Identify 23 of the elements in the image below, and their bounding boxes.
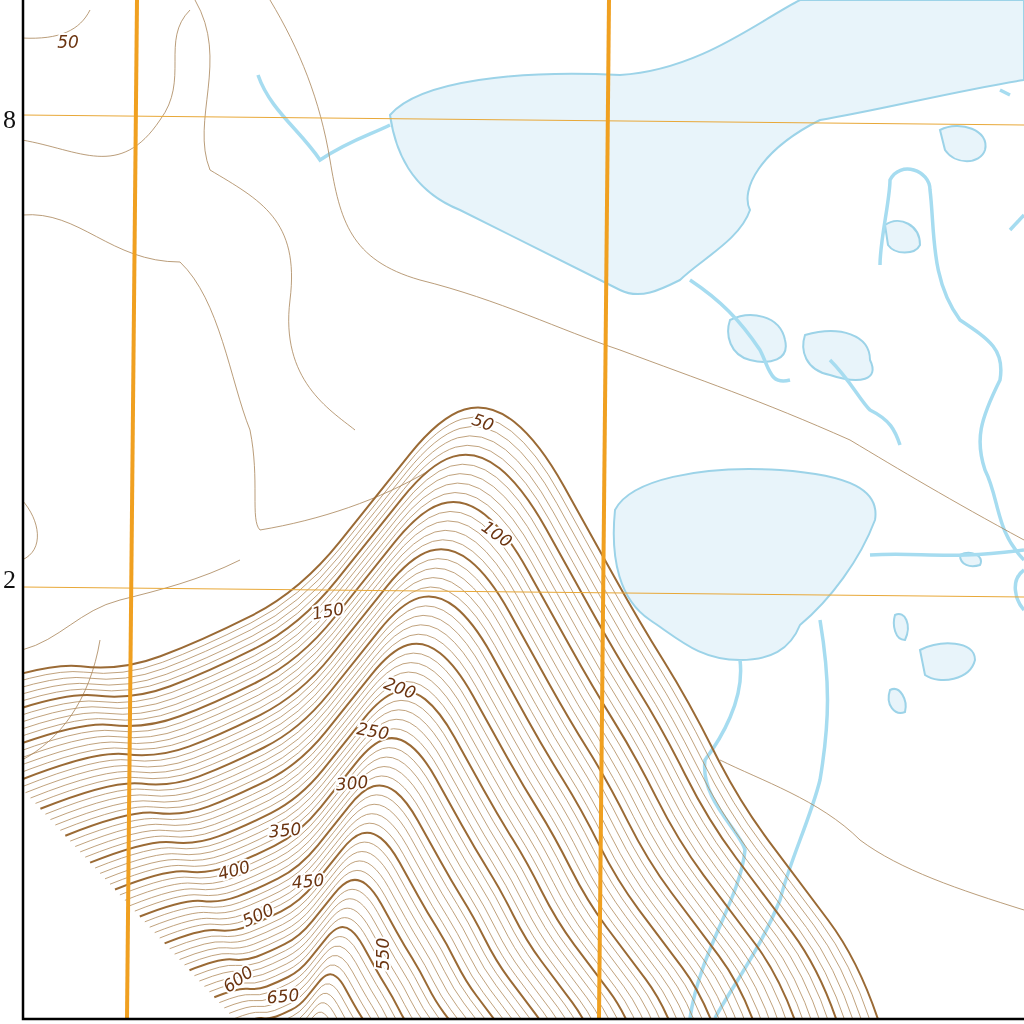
contour-label: 50 (57, 32, 79, 52)
lake (727, 314, 787, 363)
contour-label: 450 (290, 869, 326, 893)
contour-label: 400 (215, 856, 253, 884)
contour-label: 50 (469, 408, 497, 436)
contour-label: 100 (477, 516, 517, 552)
contour-label: 150 (310, 598, 346, 624)
lake (887, 688, 907, 714)
contour-label: 600 (218, 961, 258, 997)
lake (892, 613, 909, 641)
contour-label: 550 (373, 937, 393, 971)
grid-label: 2 (3, 565, 16, 594)
contour-label: 650 (265, 984, 301, 1008)
contour-label: 300 (334, 771, 370, 795)
lake (919, 642, 976, 681)
contour-label: 350 (267, 818, 303, 842)
contour-label: 250 (355, 718, 391, 744)
grid-label: 8 (3, 105, 16, 134)
lake (802, 330, 874, 381)
contour-label: 200 (381, 673, 419, 703)
contour-label: 500 (239, 899, 277, 931)
lake (959, 552, 982, 568)
river (1013, 568, 1024, 612)
